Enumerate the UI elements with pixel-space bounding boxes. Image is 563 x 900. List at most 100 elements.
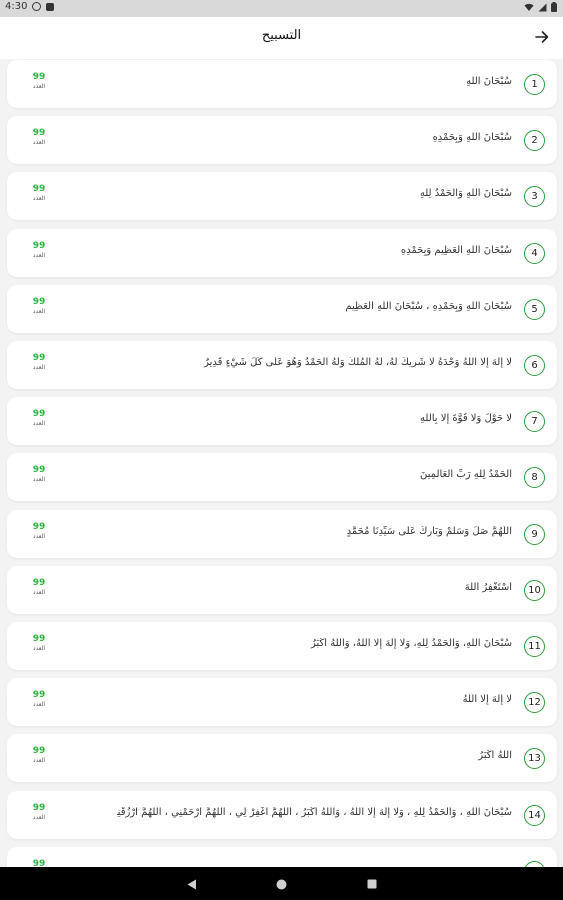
count-value: 99	[32, 240, 46, 251]
count-block: 99 العدد	[25, 72, 53, 91]
dhikr-text: سُبْحَانَ اللَّهِ وَالْحَمْدُ لِلَّهِ	[419, 188, 512, 200]
count-label: العدد	[32, 307, 46, 315]
circle-home-icon-glyph	[276, 879, 286, 889]
count-block: 99 العدد	[25, 353, 53, 372]
dhikr-text: لَا إِلَهَ إِلَّا اللَّهُ وَحْدَهُ لَا ش…	[204, 357, 512, 368]
item-number-badge: 3	[524, 186, 545, 208]
battery-icon	[551, 2, 557, 12]
count-label: العدد	[32, 195, 46, 203]
count-label: العدد	[32, 588, 46, 596]
dhikr-text: سُبْحَانَ اللهِ الْعَظِيمِ وَبِحَمْدِهِ	[400, 244, 512, 256]
list-item[interactable]: 5 سُبْحَانَ اللَّهِ وَبِحَمْدِهِ ، سُبْحَ…	[7, 284, 557, 333]
count-block: 99 العدد	[25, 128, 53, 147]
list-item[interactable]: 1599	[7, 846, 557, 867]
circle-home-icon[interactable]	[274, 877, 288, 891]
triangle-back-icon[interactable]	[185, 877, 199, 891]
dhikr-text: الْحَمْدُ لِلَّهِ رَبِّ الْعَالَمِينَ	[420, 469, 512, 481]
wifi-icon	[524, 3, 534, 11]
item-number-badge: 4	[524, 242, 545, 264]
count-block: 99 العدد	[25, 690, 53, 709]
item-number-badge: 12	[524, 692, 545, 714]
count-block: 99 العدد	[25, 578, 53, 597]
list-item[interactable]: 2 سُبْحَانَ اللَّهِ وَبِحَمْدِهِ 99 العدد	[7, 116, 557, 165]
item-number-badge: 13	[524, 748, 545, 770]
count-value: 99	[32, 746, 46, 757]
count-label: العدد	[32, 532, 46, 540]
dhikr-text: أَسْتَغْفِرُ اللَّهَ	[464, 581, 512, 593]
count-label: العدد	[32, 645, 46, 652]
count-value: 99	[32, 296, 46, 307]
list-item[interactable]: 11 سُبْحَانَ اللَّهِ، وَالْحَمْدُ لِلَّهِ…	[7, 622, 557, 670]
list-item[interactable]: 4 سُبْحَانَ اللهِ الْعَظِيمِ وَبِحَمْدِهِ…	[7, 228, 557, 277]
count-value: 99	[32, 634, 46, 644]
item-number-badge: 9	[524, 523, 545, 545]
item-number-badge: 7	[524, 411, 545, 433]
count-value: 99	[32, 184, 46, 195]
signal-icon	[538, 3, 547, 11]
status-bar: 4:30	[0, 0, 563, 17]
count-block: 99 العدد	[25, 409, 53, 428]
app-bar: التسبيح	[0, 17, 563, 59]
arrow-right-icon[interactable]	[533, 28, 551, 46]
count-value: 99	[32, 690, 46, 701]
list-item[interactable]: 6 لَا إِلَهَ إِلَّا اللَّهُ وَحْدَهُ لَا …	[7, 341, 557, 389]
count-block: 99 العدد	[25, 184, 53, 203]
count-block: 99 العدد	[25, 297, 53, 316]
list-item[interactable]: 10 أَسْتَغْفِرُ اللَّهَ 99 العدد	[7, 565, 557, 614]
page-title: التسبيح	[261, 28, 302, 43]
count-label: العدد	[32, 813, 46, 821]
list-item[interactable]: 12 لَا إِلَهَ إِلَّا اللَّهُ 99 العدد	[7, 678, 557, 727]
status-left: 4:30	[5, 1, 55, 12]
count-block: 99 العدد	[25, 241, 53, 260]
count-label: العدد	[32, 476, 46, 484]
count-value: 99	[32, 128, 46, 139]
count-value: 99	[32, 858, 46, 867]
tasbih-list: 1 سُبْحَانَ اللَّهِ 99 العدد 2 سُبْحَانَ اللَ…	[0, 59, 563, 867]
dhikr-text: سُبْحَانَ اللَّهِ ، وَالْحَمْدُ لِلَّهِ …	[117, 806, 512, 818]
dhikr-text: سُبْحَانَ اللَّهِ وَبِحَمْدِهِ ، سُبْحَا…	[345, 300, 512, 312]
count-value: 99	[32, 409, 46, 420]
status-time: 4:30	[5, 1, 28, 12]
item-number-badge: 14	[524, 804, 545, 826]
count-block: 99	[25, 859, 53, 867]
count-label: العدد	[32, 701, 46, 709]
list-item[interactable]: 14 سُبْحَانَ اللَّهِ ، وَالْحَمْدُ لِلَّه…	[7, 790, 557, 839]
count-value: 99	[32, 353, 46, 363]
dhikr-text: اللَّهُمَّ صَلِّ وَسَلِّمْ وَبَارِكْ عَل…	[346, 525, 512, 537]
sim-icon	[46, 2, 55, 11]
count-label: العدد	[32, 757, 46, 765]
list-item[interactable]: 7 لَا حَوْلَ وَلَا قُوَّةَ إِلَّا بِاللَّ…	[7, 397, 557, 446]
count-label: العدد	[32, 83, 46, 90]
count-value: 99	[32, 521, 46, 532]
dhikr-text: اللَّهُ أَكْبَرُ	[478, 750, 512, 762]
dhikr-text: لَا حَوْلَ وَلَا قُوَّةَ إِلَّا بِاللَّه…	[420, 413, 512, 425]
item-number-badge: 11	[524, 636, 545, 657]
item-number-badge: 1	[524, 74, 545, 95]
item-number-badge: 2	[524, 130, 545, 152]
arrow-right-icon-glyph	[535, 31, 549, 43]
dhikr-text: سُبْحَانَ اللَّهِ وَبِحَمْدِهِ	[432, 132, 512, 144]
count-label: العدد	[32, 139, 46, 147]
item-number-badge: 5	[524, 298, 545, 320]
navigation-bar	[0, 867, 563, 900]
count-value: 99	[32, 72, 46, 82]
list-item[interactable]: 9 اللَّهُمَّ صَلِّ وَسَلِّمْ وَبَارِكْ عَ…	[7, 509, 557, 558]
count-label: العدد	[32, 420, 46, 428]
count-block: 99 العدد	[25, 522, 53, 541]
list-item[interactable]: 3 سُبْحَانَ اللَّهِ وَالْحَمْدُ لِلَّهِ 99…	[7, 172, 557, 221]
count-value: 99	[32, 577, 46, 588]
item-number-badge: 8	[524, 467, 545, 489]
item-number-badge: 6	[524, 355, 545, 376]
count-block: 99 العدد	[25, 803, 53, 822]
triangle-back-icon-glyph	[187, 879, 196, 889]
status-right	[524, 2, 557, 12]
square-recents-icon[interactable]	[365, 877, 379, 891]
dhikr-text: سُبْحَانَ اللَّهِ، وَالْحَمْدُ لِلَّهِ، …	[311, 638, 512, 649]
list-item[interactable]: 8 الْحَمْدُ لِلَّهِ رَبِّ الْعَالَمِينَ 99…	[7, 453, 557, 502]
dhikr-text: سُبْحَانَ اللَّهِ	[466, 76, 512, 87]
count-block: 99 العدد	[25, 746, 53, 765]
count-value: 99	[32, 465, 46, 476]
list-item[interactable]: 1 سُبْحَانَ اللَّهِ 99 العدد	[7, 60, 557, 108]
list-item[interactable]: 13 اللَّهُ أَكْبَرُ 99 العدد	[7, 734, 557, 783]
square-recents-icon-glyph	[367, 879, 377, 889]
